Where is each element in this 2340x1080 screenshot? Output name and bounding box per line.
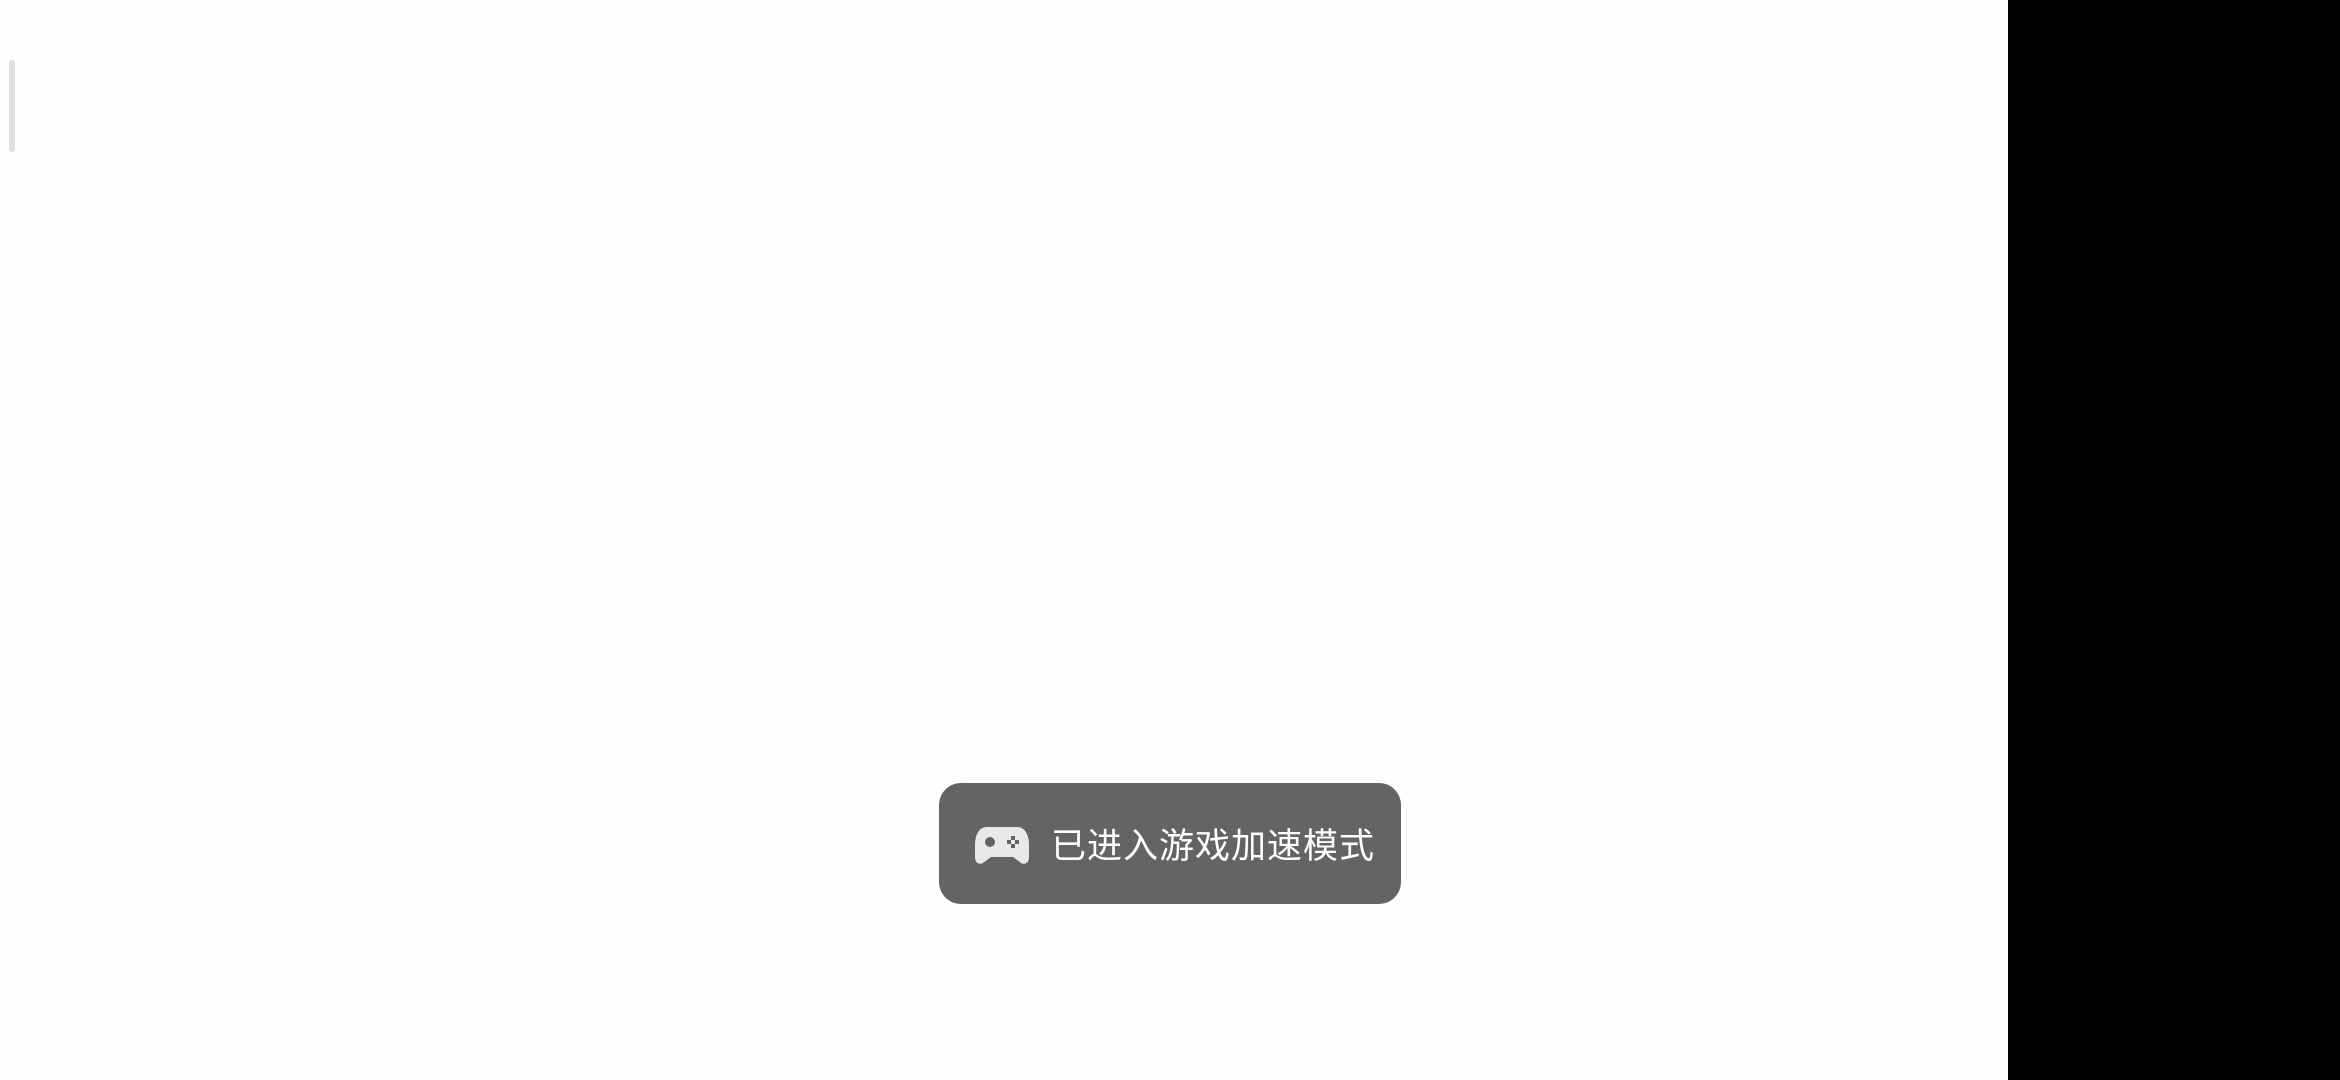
app-screen: 已进入游戏加速模式 [0,0,2008,1080]
gamepad-icon [975,823,1029,865]
toast-message: 已进入游戏加速模式 [1051,827,1376,867]
edge-swipe-handle[interactable] [9,60,15,152]
game-mode-toast: 已进入游戏加速模式 [939,783,1401,904]
black-side-bar [2008,0,2340,1080]
